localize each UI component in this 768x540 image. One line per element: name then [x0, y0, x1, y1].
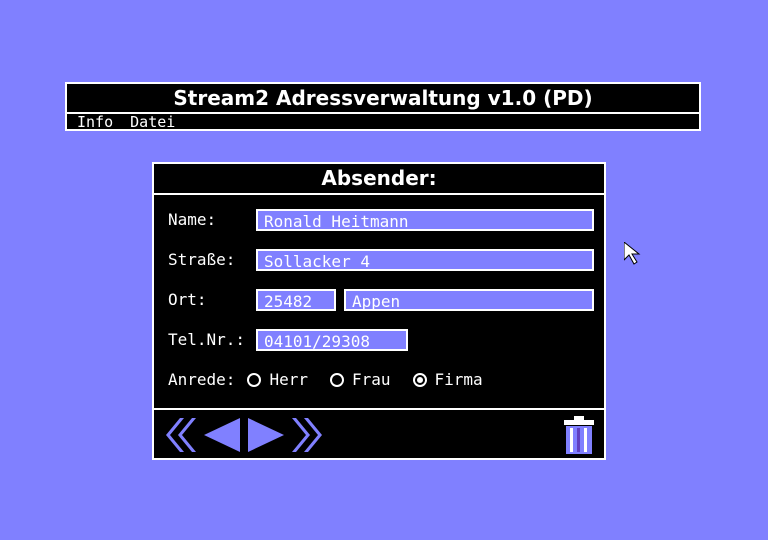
address-panel: Absender: Name: Ronald Heitmann Straße: … — [152, 162, 606, 460]
salutation-group: Anrede: Herr Frau Firma — [168, 370, 483, 389]
menu-item-info[interactable]: Info — [77, 113, 113, 131]
city-label: Ort: — [168, 290, 207, 309]
radio-firma-circle[interactable] — [412, 372, 427, 387]
app-title: Stream2 Adressverwaltung v1.0 (PD) — [67, 84, 699, 114]
previous-record-icon[interactable] — [204, 418, 240, 452]
radio-frau-label: Frau — [351, 370, 391, 389]
street-field[interactable]: Sollacker 4 — [256, 249, 594, 271]
phone-label: Tel.Nr.: — [168, 330, 246, 349]
phone-field[interactable]: 04101/29308 — [256, 329, 408, 351]
radio-firma-label: Firma — [434, 370, 483, 389]
radio-frau-circle[interactable] — [329, 372, 344, 387]
trash-icon[interactable] — [562, 416, 596, 454]
city-field[interactable]: Appen — [344, 289, 594, 311]
radio-frau[interactable]: Frau — [329, 370, 391, 389]
app-title-window: Stream2 Adressverwaltung v1.0 (PD) Info … — [65, 82, 701, 131]
radio-herr-circle[interactable] — [247, 372, 262, 387]
menu-bar: Info Datei — [67, 114, 699, 131]
next-record-icon[interactable] — [248, 418, 284, 452]
name-label: Name: — [168, 210, 217, 229]
radio-herr-label: Herr — [269, 370, 308, 389]
menu-item-datei[interactable]: Datei — [130, 113, 175, 131]
street-label: Straße: — [168, 250, 236, 269]
name-field[interactable]: Ronald Heitmann — [256, 209, 594, 231]
mouse-pointer-icon — [624, 242, 641, 265]
first-record-icon[interactable] — [166, 418, 196, 452]
panel-title: Absender: — [154, 164, 604, 195]
toolbar-divider — [154, 408, 604, 410]
last-record-icon[interactable] — [292, 418, 322, 452]
radio-firma[interactable]: Firma — [412, 370, 483, 389]
zip-field[interactable]: 25482 — [256, 289, 336, 311]
salutation-label: Anrede: — [168, 370, 236, 389]
radio-herr[interactable]: Herr — [247, 370, 308, 389]
